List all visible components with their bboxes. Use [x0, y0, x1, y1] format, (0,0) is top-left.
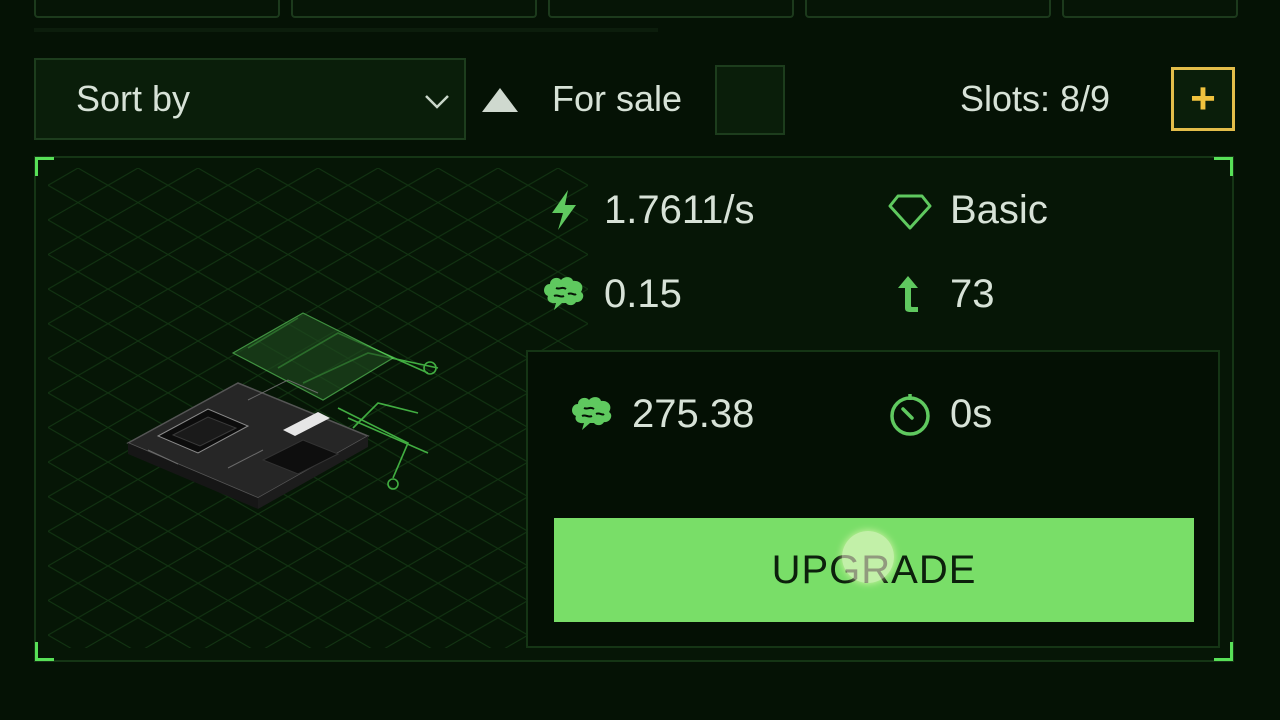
divider — [34, 28, 658, 32]
touch-indicator — [842, 531, 894, 583]
brain-value: 0.15 — [604, 271, 682, 316]
tier-stat: Basic — [886, 186, 1048, 234]
diamond-icon — [888, 194, 932, 230]
brain-icon — [572, 397, 612, 430]
chevron-down-icon — [425, 95, 449, 109]
timer-icon — [890, 394, 930, 436]
level-stat: 73 — [886, 270, 995, 318]
upgrade-cost: 275.38 — [568, 390, 754, 438]
top-tab[interactable] — [548, 0, 794, 18]
top-tab[interactable] — [34, 0, 280, 18]
card-corner — [1214, 157, 1233, 176]
sort-by-select[interactable]: Sort by — [34, 58, 466, 140]
brain-stat: 0.15 — [540, 270, 682, 318]
upgrade-panel: 275.38 0s UPGRADE — [526, 350, 1220, 648]
slots-counter: Slots: 8/9 — [960, 78, 1111, 119]
upgrade-time-value: 0s — [950, 391, 993, 436]
upgrade-time: 0s — [886, 390, 992, 438]
level-value: 73 — [950, 271, 995, 316]
lightning-icon — [552, 190, 576, 230]
top-tab[interactable] — [291, 0, 537, 18]
rate-value: 1.7611/s — [604, 187, 755, 232]
upgrade-cost-value: 275.38 — [632, 391, 755, 436]
brain-icon — [544, 277, 584, 310]
for-sale-label: For sale — [552, 78, 683, 119]
add-slot-button[interactable]: + — [1171, 67, 1235, 131]
top-tab[interactable] — [805, 0, 1051, 18]
circuit-board-image — [48, 168, 588, 648]
plus-icon: + — [1190, 74, 1216, 123]
for-sale-checkbox[interactable] — [715, 65, 785, 135]
top-tab-row — [34, 0, 1238, 18]
upgrade-button[interactable]: UPGRADE — [554, 518, 1194, 622]
item-card: 1.7611/s Basic 0.15 73 275.38 0s — [34, 156, 1234, 662]
level-up-arrow-icon — [898, 276, 918, 312]
tier-value: Basic — [950, 187, 1048, 232]
sort-by-label: Sort by — [76, 78, 191, 119]
top-tab[interactable] — [1062, 0, 1238, 18]
triangle-up-icon[interactable] — [480, 86, 520, 114]
rate-stat: 1.7611/s — [540, 186, 755, 234]
